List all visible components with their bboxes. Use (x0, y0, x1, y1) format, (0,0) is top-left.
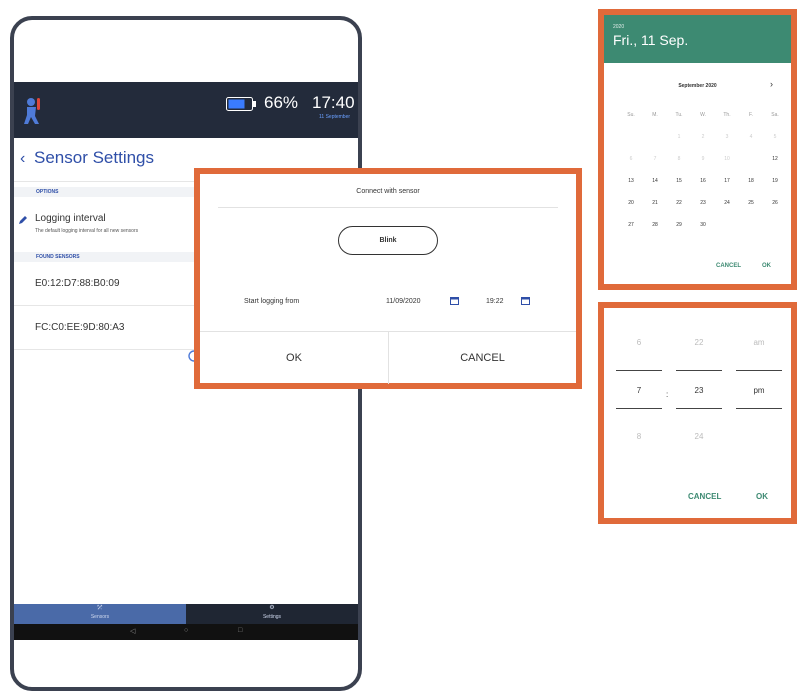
blink-button[interactable]: Blink (338, 226, 438, 255)
weekday-label: F. (749, 112, 753, 118)
time-picker: 6 7 8 22 23 24 am pm : CANCEL OK (598, 302, 797, 524)
date-picker: 2020 Fri., 11 Sep. September 2020 › Su. M… (598, 9, 797, 290)
date-picker-header: 2020 Fri., 11 Sep. (604, 15, 791, 63)
calendar-day[interactable]: 20 (619, 196, 643, 210)
calendar-day[interactable]: 9 (691, 152, 715, 166)
calendar-day[interactable]: 8 (667, 152, 691, 166)
weekday-label: M. (652, 112, 658, 118)
calendar-day[interactable]: 7 (643, 152, 667, 166)
calendar-day[interactable]: 22 (667, 196, 691, 210)
hour-next[interactable]: 8 (616, 432, 662, 441)
minute-selected[interactable]: 23 (676, 386, 722, 395)
next-month-chevron-icon[interactable]: › (770, 79, 773, 89)
calendar-day[interactable]: 14 (643, 174, 667, 188)
hour-line-bottom (616, 408, 662, 409)
android-home-icon[interactable]: ○ (184, 627, 188, 634)
calendar-day[interactable]: 18 (739, 174, 763, 188)
calendar-day[interactable]: 4 (739, 130, 763, 144)
clock-date: 11 September (319, 114, 351, 120)
calendar-day[interactable]: 25 (739, 196, 763, 210)
calendar-day[interactable]: 30 (691, 218, 715, 232)
calendar-day[interactable]: 29 (667, 218, 691, 232)
start-logging-label: Start logging from (244, 298, 300, 305)
hour-line-top (616, 370, 662, 371)
am-option[interactable]: am (736, 338, 782, 347)
ampm-line-top (736, 370, 782, 371)
sensors-icon: ⤱ (97, 605, 103, 611)
clock-calendar-icon[interactable] (521, 296, 530, 305)
connect-sensor-dialog: Connect with sensor Blink Start logging … (194, 168, 582, 389)
minute-prev[interactable]: 22 (676, 338, 722, 347)
nav-tab-settings[interactable]: ⚙ Settings (186, 604, 358, 624)
ampm-line-bottom (736, 408, 782, 409)
calendar-day[interactable]: 3 (715, 130, 739, 144)
calendar-day[interactable]: 26 (763, 196, 787, 210)
battery-percentage: 66% (264, 93, 299, 112)
nav-label-sensors: Sensors (90, 614, 110, 620)
logging-interval-title[interactable]: Logging interval (35, 213, 106, 224)
dialog-title: Connect with sensor (356, 188, 420, 195)
logging-interval-description: The default logging interval for all new… (35, 228, 139, 234)
weekday-label: Sa. (771, 112, 779, 118)
calendar-day[interactable]: 10 (715, 152, 739, 166)
calendar-day[interactable]: 21 (643, 196, 667, 210)
android-navigation-bar: ◁ ○ □ (14, 624, 358, 640)
date-picker-year[interactable]: 2020 (613, 24, 791, 30)
calendar-day[interactable]: 19 (763, 174, 787, 188)
start-time-field[interactable]: 19:22 (486, 298, 504, 305)
bottom-navigation: ⤱ Sensors ⚙ Settings (14, 604, 358, 624)
weekday-label: W. (700, 112, 706, 118)
weekday-label: Tu. (675, 112, 683, 118)
weekday-label: Th. (723, 112, 731, 118)
time-cancel-button[interactable]: CANCEL (688, 492, 721, 501)
start-date-field[interactable]: 11/09/2020 (386, 298, 421, 305)
app-logo-icon (24, 98, 40, 124)
hour-selected[interactable]: 7 (616, 386, 662, 395)
minute-line-bottom (676, 408, 722, 409)
calendar-day[interactable]: 6 (619, 152, 643, 166)
settings-gear-icon: ⚙ (269, 605, 275, 611)
calendar-icon[interactable] (450, 296, 459, 305)
calendar-day[interactable]: 15 (667, 174, 691, 188)
ok-button[interactable]: OK (200, 332, 388, 384)
nav-tab-sensors[interactable]: ⤱ Sensors (14, 604, 186, 624)
calendar-day[interactable]: 1 (667, 130, 691, 144)
clock: 17:40 (312, 93, 355, 112)
date-picker-selected-date: Fri., 11 Sep. (613, 32, 689, 48)
android-back-icon[interactable]: ◁ (130, 627, 135, 635)
android-recent-icon[interactable]: □ (238, 627, 242, 634)
calendar-day[interactable]: 27 (619, 218, 643, 232)
dialog-divider (218, 207, 558, 208)
calendar-day[interactable]: 24 (715, 196, 739, 210)
calendar-day[interactable]: 28 (643, 218, 667, 232)
calendar-day[interactable]: 16 (691, 174, 715, 188)
hour-prev[interactable]: 6 (616, 338, 662, 347)
calendar-day[interactable]: 13 (619, 174, 643, 188)
date-cancel-button[interactable]: CANCEL (716, 263, 741, 269)
battery-icon (226, 97, 256, 111)
calendar-day[interactable]: 17 (715, 174, 739, 188)
pm-option[interactable]: pm (736, 386, 782, 395)
back-chevron-icon[interactable]: ‹ (20, 150, 25, 168)
pencil-icon (19, 216, 27, 224)
calendar-day[interactable]: 5 (763, 130, 787, 144)
dialog-actions: OK CANCEL (200, 331, 576, 384)
date-picker-month: September 2020 (678, 83, 717, 89)
calendar-day-selected[interactable]: 11 (739, 148, 763, 168)
calendar-day[interactable]: 23 (691, 196, 715, 210)
calendar-day[interactable]: 12 (763, 152, 787, 166)
page-title: Sensor Settings (34, 148, 155, 167)
cancel-button[interactable]: CANCEL (388, 332, 576, 384)
status-bar: 66% 17:40 11 September (14, 82, 358, 138)
time-ok-button[interactable]: OK (756, 492, 768, 501)
weekday-label: Su. (627, 112, 635, 118)
nav-label-settings: Settings (262, 614, 282, 620)
date-ok-button[interactable]: OK (762, 263, 771, 269)
minute-line-top (676, 370, 722, 371)
time-colon: : (666, 390, 669, 399)
calendar-day[interactable]: 2 (691, 130, 715, 144)
minute-next[interactable]: 24 (676, 432, 722, 441)
